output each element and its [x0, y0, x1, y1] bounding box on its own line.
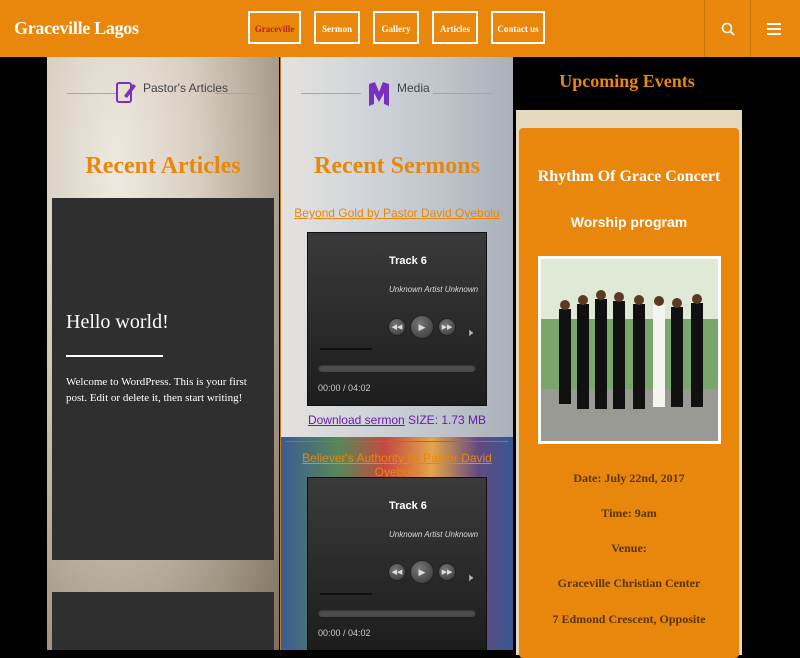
main-nav: Graceville Sermon Gallery Articles Conta…	[248, 11, 545, 44]
track-time: 00:00 / 04:02	[318, 628, 371, 638]
sermons-column: Media Recent Sermons Beyond Gold by Past…	[280, 57, 514, 650]
menu-button[interactable]	[750, 0, 797, 57]
track-artist: Unknown Artist Unknown	[389, 285, 479, 294]
divider	[215, 93, 265, 94]
play-icon[interactable]: ▶	[410, 560, 434, 584]
event-address: 7 Edmond Crescent, Opposite	[552, 612, 706, 626]
tab-media[interactable]: Media	[397, 81, 430, 95]
next-icon[interactable]: ▶▶	[438, 318, 456, 336]
event-venue-label: Venue:	[611, 541, 647, 555]
event-venue-name: Graceville Christian Center	[557, 576, 701, 590]
nav-item-graceville[interactable]: Graceville	[248, 11, 301, 44]
audio-player: Track 6 Unknown Artist Unknown ◀◀ ▶ ▶▶ 🕨…	[307, 232, 487, 406]
search-button[interactable]	[704, 0, 751, 57]
media-logo-icon[interactable]	[369, 82, 389, 106]
article-excerpt: Welcome to WordPress. This is your first…	[66, 376, 247, 404]
track-time: 00:00 / 04:02	[318, 383, 371, 393]
track-title: Track 6	[389, 255, 427, 267]
recent-sermons-heading: Recent Sermons	[314, 153, 480, 179]
next-icon[interactable]: ▶▶	[438, 563, 456, 581]
nav-item-contact-us[interactable]: Contact us	[491, 11, 545, 44]
download-sermon-link[interactable]: Download sermon	[308, 413, 405, 427]
volume-slider[interactable]	[320, 348, 372, 350]
seek-bar[interactable]	[318, 364, 476, 372]
volume-icon[interactable]: 🕨	[466, 572, 473, 585]
pen-icon[interactable]	[115, 79, 137, 105]
event-photo	[538, 256, 721, 444]
menu-icon	[767, 22, 781, 35]
nav-item-gallery[interactable]: Gallery	[373, 11, 419, 44]
track-artist: Unknown Artist Unknown	[389, 530, 479, 539]
previous-icon[interactable]: ◀◀	[388, 318, 406, 336]
event-date: Date: July 22nd, 2017	[573, 471, 685, 485]
volume-slider[interactable]	[320, 593, 372, 595]
divider	[67, 93, 117, 94]
nav-item-articles[interactable]: Articles	[432, 11, 478, 44]
track-title: Track 6	[389, 500, 427, 512]
article-card[interactable]	[52, 592, 274, 650]
event-subtitle: Worship program	[570, 214, 688, 230]
site-brand[interactable]: Graceville Lagos	[14, 18, 139, 39]
seek-bar[interactable]	[318, 609, 476, 617]
nav-item-sermon[interactable]: Sermon	[314, 11, 360, 44]
event-card[interactable]: Rhythm Of Grace Concert Worship program	[519, 128, 739, 658]
articles-column: Pastor's Articles Recent Articles Hello …	[47, 57, 279, 650]
audio-player: Track 6 Unknown Artist Unknown ◀◀ ▶ ▶▶ 🕨…	[307, 477, 487, 650]
event-time: Time: 9am	[601, 506, 657, 520]
play-icon[interactable]: ▶	[410, 315, 434, 339]
volume-icon[interactable]: 🕨	[466, 327, 473, 340]
article-title-rule	[66, 355, 163, 357]
search-icon	[721, 22, 735, 36]
article-title[interactable]: Hello world!	[66, 311, 169, 334]
divider	[433, 93, 493, 94]
sermon-link-beyond-gold[interactable]: Beyond Gold by Pastor David Oyebolu	[281, 206, 513, 220]
file-size: SIZE: 1.73 MB	[408, 413, 487, 427]
recent-articles-heading: Recent Articles	[85, 153, 241, 179]
previous-icon[interactable]: ◀◀	[388, 563, 406, 581]
events-column: Upcoming Events Rhythm Of Grace Concert …	[513, 57, 742, 658]
header-bar: Graceville Lagos Graceville Sermon Galle…	[0, 0, 800, 57]
event-title[interactable]: Rhythm Of Grace Concert	[519, 168, 739, 186]
upcoming-events-heading: Upcoming Events	[559, 71, 695, 91]
download-row: Download sermon SIZE: 1.73 MB	[281, 413, 513, 427]
divider	[301, 93, 361, 94]
page-scrollbar[interactable]	[792, 57, 800, 650]
sermon-link-believers-authority[interactable]: Believer's Authority by Pastor David Oye…	[281, 451, 513, 479]
article-card[interactable]: Hello world! Welcome to WordPress. This …	[52, 198, 274, 560]
choir-photo	[541, 259, 718, 441]
divider	[286, 441, 508, 442]
